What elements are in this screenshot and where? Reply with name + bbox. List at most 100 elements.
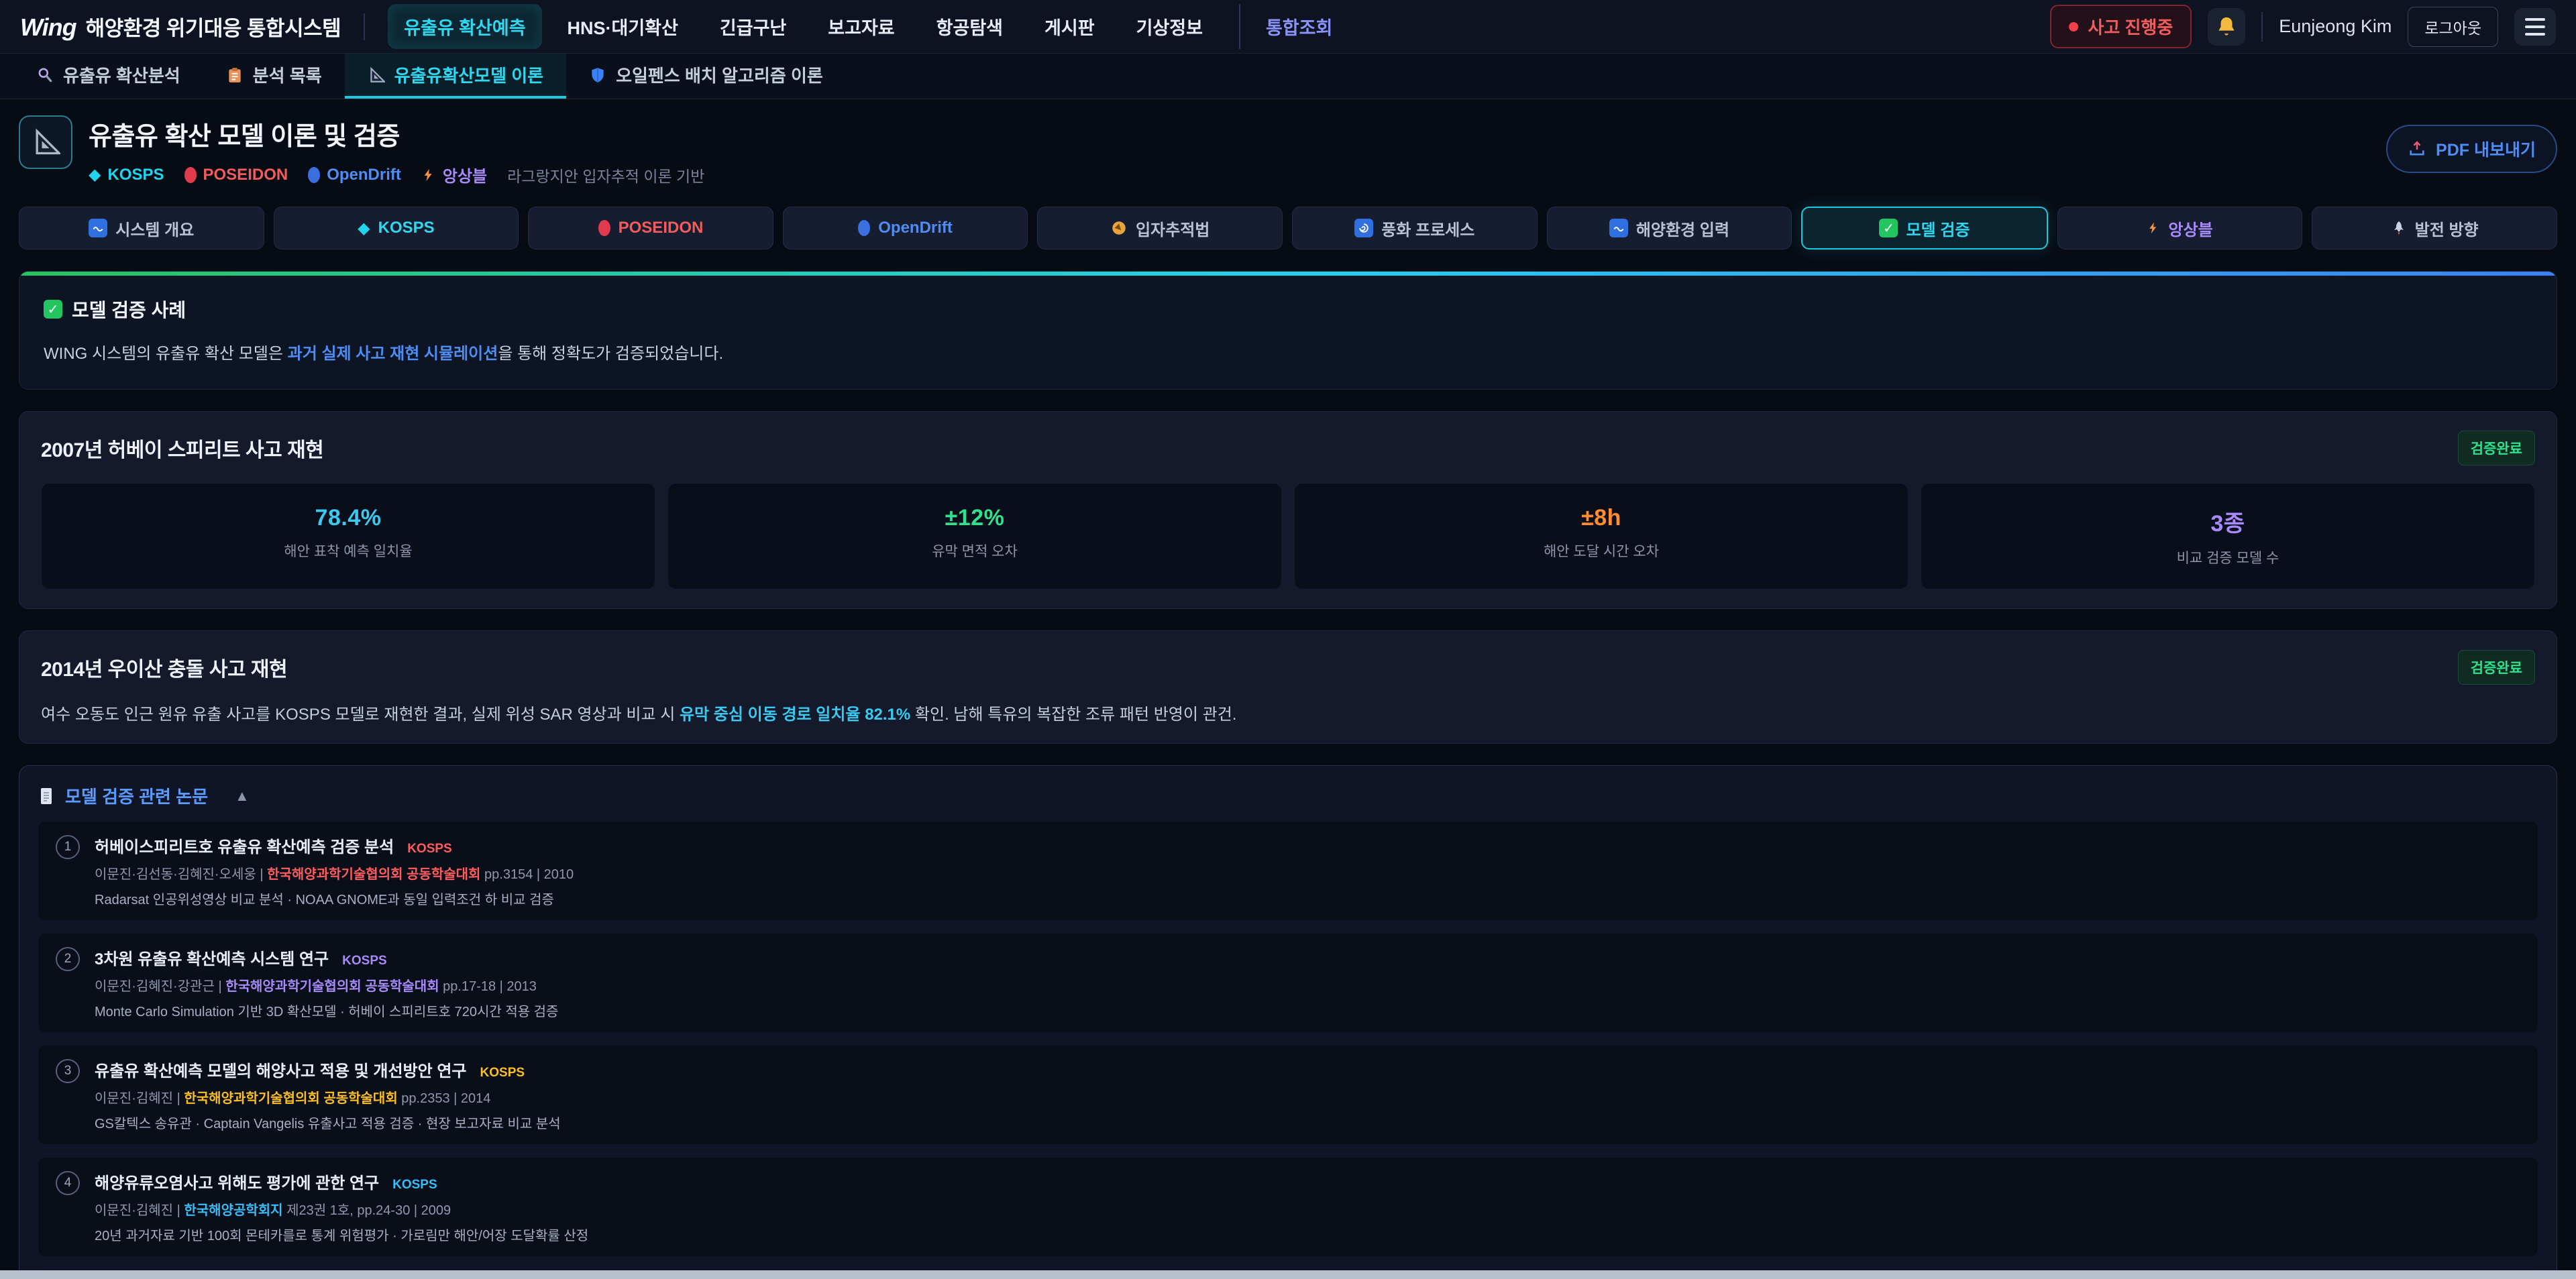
pill-weathering-process[interactable]: 풍화 프로세스 [1292, 207, 1538, 249]
paper-row[interactable]: 4 해양유류오염사고 위해도 평가에 관한 연구 KOSPS 이문진·김혜진 |… [38, 1158, 2538, 1256]
paper-authors: 이문진·김혜진 [95, 1091, 173, 1106]
paper-model-tag: KOSPS [392, 1178, 437, 1192]
paper-row[interactable]: 1 허베이스피리트호 유출유 확산예측 검증 분석 KOSPS 이문진·김선동·… [38, 822, 2538, 920]
validation-papers-card: 모델 검증 관련 논문 ▲ 1 허베이스피리트호 유출유 확산예측 검증 분석 … [19, 765, 2557, 1279]
section-pill-nav: 시스템 개요 ◆ KOSPS POSEIDON OpenDrift 입자추적법 … [19, 207, 2557, 249]
pill-particle-tracking[interactable]: 입자추적법 [1037, 207, 1283, 249]
case-2007-stats: 78.4% 해안 표착 예측 일치율 ±12% 유막 면적 오차 ±8h 해안 … [41, 483, 2535, 590]
stat-value: 3종 [1921, 505, 2534, 538]
logout-button[interactable]: 로그아웃 [2408, 7, 2498, 47]
paper-meta: 이문진·김혜진 | 한국해양공학회지 제23권 1호, pp.24-30 | 2… [95, 1199, 588, 1219]
nav-emergency-rescue[interactable]: 긴급구난 [704, 4, 802, 49]
tab-spill-analysis[interactable]: 유출유 확산분석 [13, 54, 203, 99]
badge-label: KOSPS [107, 166, 164, 184]
case-2007-title: 2007년 허베이 스피리트 사고 재현 [41, 433, 323, 463]
pill-system-overview[interactable]: 시스템 개요 [19, 207, 264, 249]
pill-kosps[interactable]: ◆ KOSPS [274, 207, 519, 249]
page-icon [19, 115, 72, 169]
paper-pages-year: pp.17-18 | 2013 [443, 979, 537, 994]
nav-reports[interactable]: 보고자료 [812, 4, 910, 49]
nav-aerial-search[interactable]: 항공탐색 [920, 4, 1019, 49]
menu-button[interactable] [2514, 8, 2556, 46]
blue-oval-icon [858, 220, 870, 236]
user-name: Eunjeong Kim [2279, 16, 2392, 37]
pill-label: OpenDrift [878, 219, 953, 237]
badge-ensemble: 앙상블 [421, 163, 487, 186]
case-2014-body-prefix: 여수 오동도 인근 원유 유출 사고를 KOSPS 모델로 재현한 결과, 실제… [41, 706, 680, 724]
paper-row[interactable]: 3 유출유 확산예측 모델의 해양사고 적용 및 개선방안 연구 KOSPS 이… [38, 1046, 2538, 1144]
pill-future-direction[interactable]: 발전 방향 [2312, 207, 2557, 249]
incident-label: 사고 진행중 [2088, 14, 2173, 39]
nav-oil-spill-prediction[interactable]: 유출유 확산예측 [388, 4, 541, 49]
paper-title: 허베이스피리트호 유출유 확산예측 검증 분석 [95, 834, 394, 857]
papers-collapse-toggle[interactable]: 모델 검증 관련 논문 ▲ [38, 783, 2538, 808]
pill-label: 발전 방향 [2415, 217, 2479, 240]
pdf-export-button[interactable]: PDF 내보내기 [2386, 125, 2557, 173]
stat-value: ±12% [668, 505, 1281, 531]
tab-analysis-list[interactable]: 분석 목록 [203, 54, 345, 99]
diamond-icon: ◆ [358, 219, 370, 238]
verified-badge: 검증완료 [2458, 431, 2535, 465]
pill-marine-environment-input[interactable]: 해양환경 입력 [1547, 207, 1792, 249]
pill-label: POSEIDON [619, 219, 704, 237]
compass-icon [1110, 219, 1128, 237]
pill-ensemble[interactable]: 앙상블 [2057, 207, 2303, 249]
nav-hns-atmospheric[interactable]: HNS·대기확산 [551, 4, 694, 49]
notifications-button[interactable] [2208, 8, 2245, 46]
blue-oval-icon [308, 167, 320, 183]
verified-badge: 검증완료 [2458, 650, 2535, 685]
logo-mark: Wing [20, 13, 76, 42]
badge-label: 앙상블 [443, 163, 487, 186]
lightning-icon [2147, 220, 2160, 236]
header-divider [364, 13, 365, 40]
check-icon: ✓ [1879, 219, 1898, 237]
app-header: Wing 해양환경 위기대응 통합시스템 유출유 확산예측 HNS·대기확산 긴… [0, 0, 2576, 54]
paper-description: Radarsat 인공위성영상 비교 분석 · NOAA GNOME과 동일 입… [95, 889, 574, 908]
stat-value: 78.4% [42, 505, 655, 531]
paper-title: 3차원 유출유 확산예측 시스템 연구 [95, 946, 329, 969]
paper-title: 유출유 확산예측 모델의 해양사고 적용 및 개선방안 연구 [95, 1058, 467, 1081]
badge-label: OpenDrift [327, 166, 401, 184]
pill-opendrift[interactable]: OpenDrift [783, 207, 1028, 249]
export-icon [2408, 140, 2426, 158]
tab-diffusion-model-theory[interactable]: 유출유확산모델 이론 [345, 54, 567, 99]
paper-number: 4 [56, 1171, 80, 1195]
stat-label: 비교 검증 모델 수 [1921, 547, 2534, 567]
nav-weather-info[interactable]: 기상정보 [1120, 4, 1219, 49]
header-divider [2261, 12, 2263, 42]
incident-status-badge[interactable]: 사고 진행중 [2050, 5, 2192, 48]
red-dot-icon [2069, 22, 2078, 32]
badge-label: POSEIDON [203, 166, 288, 184]
paper-authors: 이문진·김선동·김혜진·오세웅 [95, 867, 256, 882]
stat-card: 3종 비교 검증 모델 수 [1921, 483, 2535, 590]
paper-number: 1 [56, 835, 80, 859]
pill-model-validation[interactable]: ✓ 모델 검증 [1801, 207, 2048, 249]
paper-journal: 한국해양공학회지 [184, 1203, 282, 1218]
case-2014-body: 여수 오동도 인근 원유 유출 사고를 KOSPS 모델로 재현한 결과, 실제… [41, 701, 2535, 724]
page-title-bar: 유출유 확산 모델 이론 및 검증 ◆ KOSPS POSEIDON OpenD… [19, 115, 2557, 186]
tab-oil-fence-algorithm-theory[interactable]: 오일펜스 배치 알고리즘 이론 [566, 54, 846, 99]
paper-journal: 한국해양과학기술협의회 공동학술대회 [225, 979, 439, 994]
paper-row[interactable]: 2 3차원 유출유 확산예측 시스템 연구 KOSPS 이문진·김혜진·강관근 … [38, 934, 2538, 1032]
stat-label: 해안 표착 예측 일치율 [42, 541, 655, 561]
stat-label: 해안 도달 시간 오차 [1295, 541, 1908, 561]
nav-integrated-search[interactable]: 통합조회 [1239, 4, 1348, 49]
pill-poseidon[interactable]: POSEIDON [528, 207, 773, 249]
document-icon [38, 786, 54, 806]
callout-title: 모델 검증 사례 [72, 296, 186, 323]
paper-title: 해양유류오염사고 위해도 평가에 관한 연구 [95, 1170, 379, 1193]
pill-label: KOSPS [378, 219, 435, 237]
set-square-icon [31, 127, 60, 157]
paper-model-tag: KOSPS [480, 1066, 525, 1080]
paper-number: 2 [56, 947, 80, 971]
clipboard-icon [226, 66, 244, 84]
stat-value: ±8h [1295, 505, 1908, 531]
pill-label: 모델 검증 [1906, 217, 1970, 240]
pill-label: 앙상블 [2168, 217, 2212, 240]
tab-label: 유출유확산모델 이론 [394, 62, 544, 87]
hamburger-icon [2525, 18, 2545, 21]
paper-description: GS칼텍스 송유관 · Captain Vangelis 유출사고 적용 검증 … [95, 1113, 561, 1132]
nav-board[interactable]: 게시판 [1028, 4, 1111, 49]
callout-body-highlight[interactable]: 과거 실제 사고 재현 시뮬레이션 [288, 345, 498, 363]
red-oval-icon [598, 220, 610, 236]
